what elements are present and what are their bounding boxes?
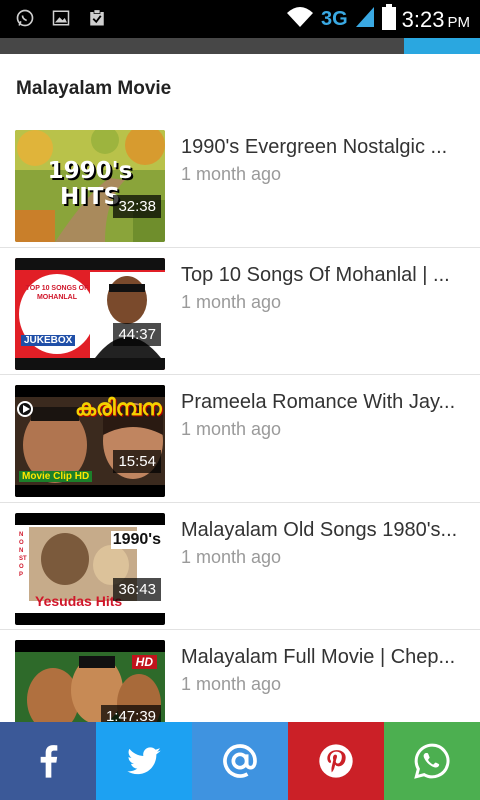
video-list-item[interactable]: കരിമ്പന Movie Clip HD 15:54 Prameela Rom… xyxy=(0,375,480,503)
app-screen: 3G 3:23 PM Malayalam Movie 1990's HITS 3… xyxy=(0,0,480,800)
pinterest-icon xyxy=(319,744,353,778)
video-thumbnail[interactable]: TOP 10 SONGS OF MOHANLAL JUKEBOX 44:37 xyxy=(15,257,165,370)
network-type: 3G xyxy=(320,8,348,30)
hd-badge: HD xyxy=(131,655,157,669)
thumbnail-text-secondary: JUKEBOX xyxy=(21,334,76,346)
video-thumbnail[interactable]: കരിമ്പന Movie Clip HD 15:54 xyxy=(15,385,165,497)
video-age: 1 month ago xyxy=(181,546,282,567)
share-twitter-button[interactable] xyxy=(96,722,192,800)
signal-icon xyxy=(354,5,376,34)
clock-ampm: PM xyxy=(447,13,471,31)
video-list-item[interactable]: TOP 10 SONGS OF MOHANLAL JUKEBOX 44:37 T… xyxy=(0,248,480,375)
thumbnail-text-secondary: Yesudas Hits xyxy=(35,592,123,609)
share-pinterest-button[interactable] xyxy=(288,722,384,800)
video-age: 1 month ago xyxy=(181,164,282,184)
video-age: 1 month ago xyxy=(181,291,282,312)
video-duration: 36:43 xyxy=(113,577,161,601)
video-list-item[interactable]: 1990's HITS 32:38 1990's Evergreen Nosta… xyxy=(0,120,480,248)
loading-progress-bar xyxy=(0,38,480,54)
play-icon xyxy=(17,401,33,417)
wifi-icon xyxy=(285,5,315,34)
video-thumbnail[interactable]: 1990's HITS 32:38 xyxy=(15,130,165,242)
clock-time: 3:23 xyxy=(401,6,445,32)
share-whatsapp-button[interactable] xyxy=(384,722,480,800)
share-facebook-button[interactable] xyxy=(0,722,96,800)
thumbnail-text-side: NON STOP xyxy=(19,531,27,578)
whatsapp-icon xyxy=(14,7,36,29)
clipboard-check-icon xyxy=(86,7,108,29)
thumbnail-text-secondary: Movie Clip HD xyxy=(19,471,93,482)
video-title[interactable]: Malayalam Full Movie | Chep... xyxy=(181,646,471,669)
video-thumbnail[interactable]: NON STOP 1990's Yesudas Hits 36:43 xyxy=(15,512,165,625)
video-age: 1 month ago xyxy=(181,419,282,439)
video-duration: 15:54 xyxy=(113,450,161,473)
video-title[interactable]: 1990's Evergreen Nostalgic ... xyxy=(181,136,471,159)
at-sign-icon xyxy=(223,744,257,778)
battery-icon xyxy=(381,4,396,35)
whatsapp-icon xyxy=(414,743,450,779)
video-list-item[interactable]: NON STOP 1990's Yesudas Hits 36:43 Malay… xyxy=(0,503,480,630)
video-list: 1990's HITS 32:38 1990's Evergreen Nosta… xyxy=(0,120,480,758)
video-title[interactable]: Top 10 Songs Of Mohanlal | ... xyxy=(181,264,471,287)
twitter-icon xyxy=(127,747,161,775)
share-email-button[interactable] xyxy=(192,722,288,800)
loading-progress-fill xyxy=(404,38,480,54)
thumbnail-text: കരിമ്പന xyxy=(75,395,162,420)
video-title[interactable]: Malayalam Old Songs 1980's... xyxy=(181,519,471,542)
thumbnail-text: 1990's xyxy=(110,530,163,549)
status-bar: 3G 3:23 PM xyxy=(0,0,480,38)
video-age: 1 month ago xyxy=(181,674,282,694)
image-icon xyxy=(50,7,72,29)
facebook-icon xyxy=(40,745,58,778)
share-bar xyxy=(0,722,480,800)
video-duration: 32:38 xyxy=(113,195,161,218)
video-title[interactable]: Prameela Romance With Jay... xyxy=(181,391,471,414)
section-title: Malayalam Movie xyxy=(16,78,172,99)
video-duration: 44:37 xyxy=(113,322,161,346)
thumbnail-text: TOP 10 SONGS OF MOHANLAL xyxy=(25,284,89,301)
